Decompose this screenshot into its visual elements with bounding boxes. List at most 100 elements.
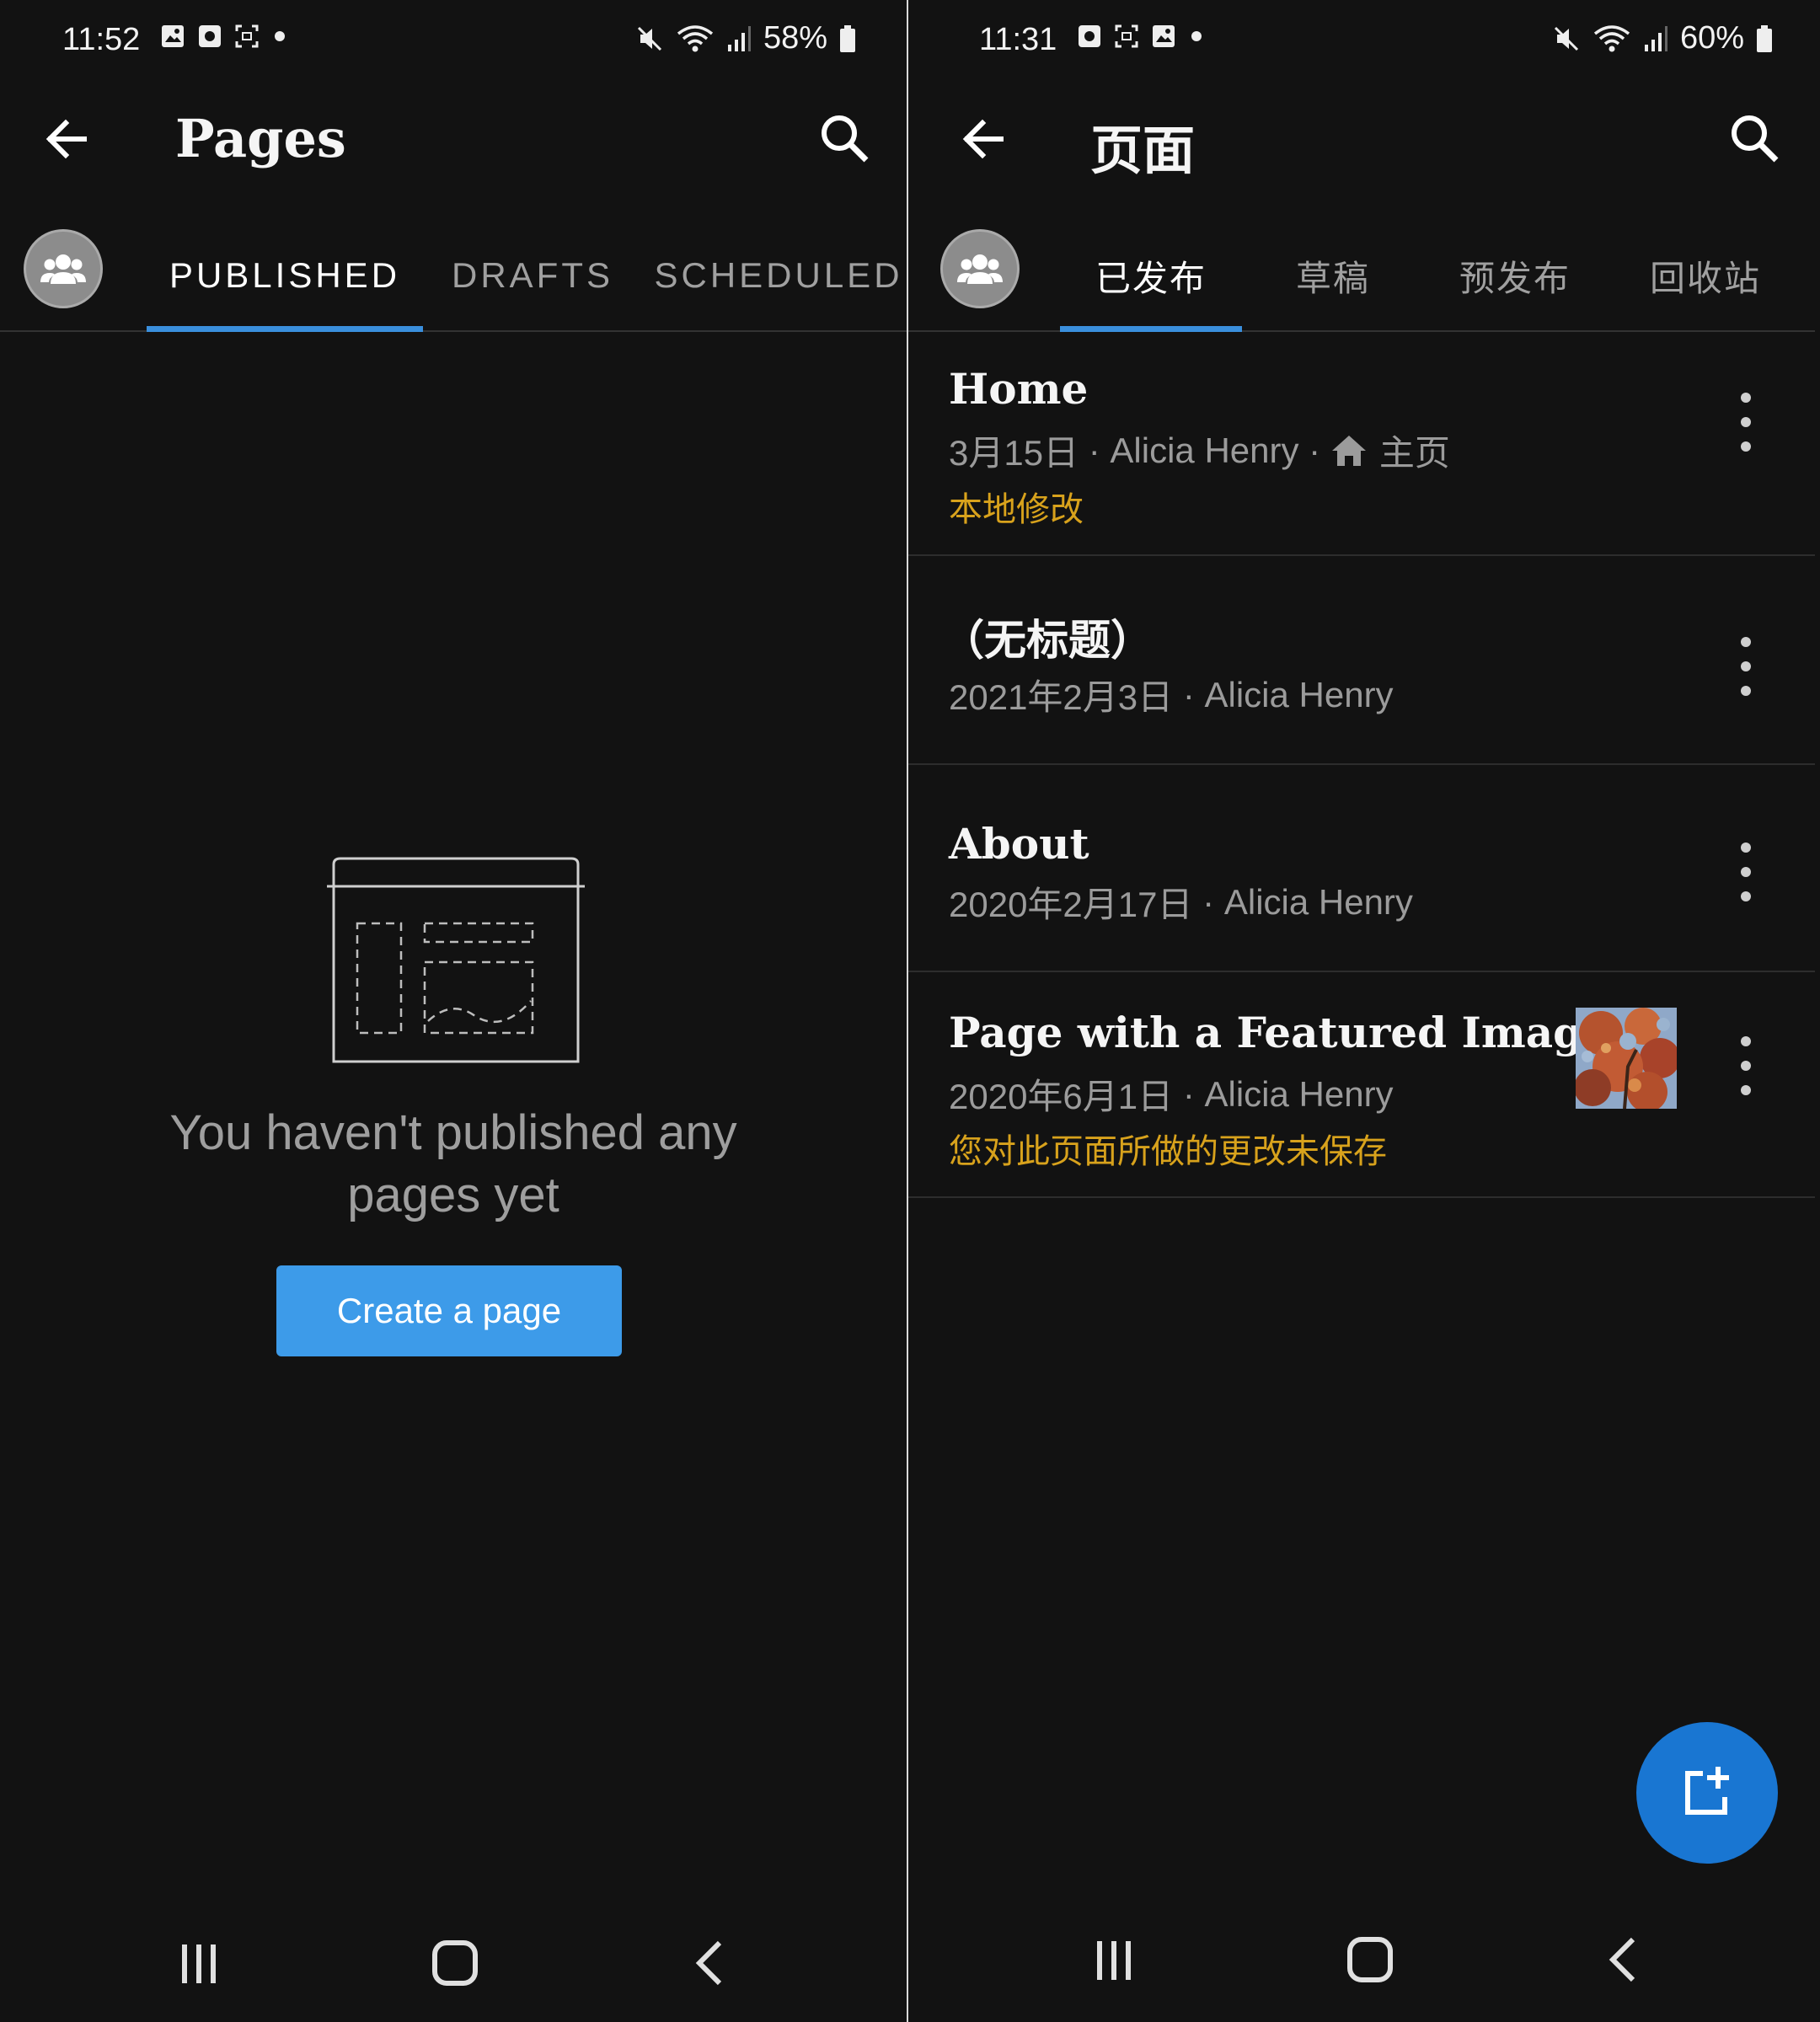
meta-separator: · [1079, 430, 1111, 470]
page-meta: 2020年6月1日 · Alicia Henry [949, 1068, 1394, 1120]
battery-level: 58% [763, 20, 827, 56]
page-title: 页面 [1090, 120, 1196, 181]
gallery-icon [1153, 25, 1175, 47]
status-time: 11:52 [62, 22, 141, 57]
empty-pages-illustration [327, 857, 585, 1063]
people-icon [957, 254, 1003, 284]
page-author: Alicia Henry [1204, 674, 1394, 714]
more-dot [1741, 417, 1751, 427]
recent-apps-button[interactable] [1080, 1926, 1148, 1993]
search-button[interactable] [1726, 110, 1785, 168]
meta-separator: · [1173, 674, 1205, 714]
nav-back-icon [695, 1940, 722, 1986]
search-icon [1732, 115, 1779, 163]
left-screen: 11:52 58% Pages PUBLISHED DRAFTS SCHEDUL… [0, 0, 907, 2022]
author-filter-avatar[interactable] [940, 229, 1020, 308]
page-meta: 2020年2月17日 · Alicia Henry [949, 876, 1413, 928]
page-list-item[interactable]: Page with a Featured Image 2020年6月1日 · A… [908, 972, 1815, 1198]
back-button[interactable] [954, 110, 1013, 168]
page-list-item[interactable]: （无标题） 2021年2月3日 · Alicia Henry [908, 556, 1815, 765]
back-button[interactable] [37, 110, 96, 168]
signal-icon [1644, 25, 1667, 51]
page-title-text: About [949, 819, 1089, 869]
recent-apps-icon [182, 1944, 216, 1983]
tab-bar: PUBLISHED DRAFTS SCHEDULED [0, 221, 907, 332]
meta-separator: · [1173, 1073, 1205, 1114]
meta-separator: · [1192, 881, 1224, 922]
status-time: 11:31 [979, 22, 1057, 57]
back-arrow-icon [46, 119, 87, 159]
wifi-icon [677, 24, 714, 51]
page-more-button[interactable] [1736, 393, 1756, 452]
tab-drafts[interactable]: 草稿 [1250, 221, 1416, 330]
page-more-button[interactable] [1736, 637, 1756, 696]
unsaved-changes-note: 您对此页面所做的更改未保存 [949, 1133, 1387, 1170]
tab-published[interactable]: PUBLISHED [147, 221, 423, 332]
tab-scheduled[interactable]: SCHEDULED [654, 221, 899, 330]
create-page-button[interactable]: Create a page [276, 1265, 622, 1356]
page-meta: 3月15日 · Alicia Henry · 主页 [949, 425, 1450, 476]
screenshot-icon [1115, 24, 1138, 48]
page-title-text: （无标题） [942, 615, 1153, 665]
page-add-icon [1685, 1767, 1729, 1815]
system-nav-bar [0, 1929, 907, 1997]
add-page-fab[interactable] [1636, 1722, 1778, 1864]
page-list-item[interactable]: About 2020年2月17日 · Alicia Henry [908, 765, 1815, 972]
page-title: Pages [175, 108, 346, 169]
tab-trash[interactable]: 回收站 [1614, 221, 1796, 330]
status-notification-icons [160, 24, 288, 49]
right-screen: 11:31 60% 页面 已发布 草稿 预发布 回收站 Home 3月15日 ·… [908, 0, 1815, 2022]
more-dot [1741, 842, 1751, 853]
recent-apps-button[interactable] [165, 1929, 233, 1997]
people-icon [40, 254, 86, 284]
tab-published[interactable]: 已发布 [1060, 221, 1242, 332]
mute-icon [637, 26, 661, 51]
page-author: Alicia Henry [1110, 430, 1299, 470]
signal-icon [727, 25, 751, 51]
more-dot [1741, 1061, 1751, 1071]
page-more-button[interactable] [1736, 842, 1756, 901]
local-changes-note: 本地修改 [949, 491, 1084, 528]
gallery-icon [162, 25, 184, 47]
home-button[interactable] [1336, 1926, 1404, 1993]
meta-separator: · [1298, 430, 1330, 470]
dot-icon [275, 31, 285, 41]
more-dot [1741, 1036, 1751, 1046]
status-bar: 11:31 60% [908, 0, 1815, 84]
page-list-item[interactable]: Home 3月15日 · Alicia Henry · 主页 本地修改 [908, 332, 1815, 556]
status-bar: 11:52 58% [0, 0, 907, 84]
wifi-icon [1593, 24, 1630, 51]
page-date: 2020年2月17日 [949, 885, 1193, 924]
more-dot [1741, 686, 1751, 696]
page-more-button[interactable] [1736, 1036, 1756, 1095]
system-nav-bar [908, 1926, 1815, 1993]
search-icon [822, 115, 869, 163]
home-icon [432, 1940, 478, 1986]
featured-image-thumbnail [1576, 1008, 1677, 1109]
screenshot-icon [235, 24, 259, 48]
search-button[interactable] [816, 110, 875, 168]
status-notification-icons [1077, 24, 1205, 49]
back-arrow-icon [962, 119, 1004, 159]
homepage-badge: 主页 [1378, 433, 1450, 473]
more-dot [1741, 1085, 1751, 1095]
page-author: Alicia Henry [1223, 881, 1413, 922]
page-title-text: Home [949, 364, 1089, 414]
more-dot [1741, 393, 1751, 403]
tab-scheduled[interactable]: 预发布 [1424, 221, 1606, 330]
page-title-text: Page with a Featured Image [949, 1008, 1609, 1057]
nav-back-button[interactable] [1591, 1926, 1658, 1993]
tab-drafts[interactable]: DRAFTS [440, 221, 625, 330]
home-button[interactable] [421, 1929, 489, 1997]
recent-apps-icon [1097, 1941, 1131, 1980]
author-filter-avatar[interactable] [24, 229, 103, 308]
page-meta: 2021年2月3日 · Alicia Henry [949, 669, 1394, 720]
page-date: 3月15日 [949, 433, 1079, 473]
tab-bar: 已发布 草稿 预发布 回收站 [908, 221, 1815, 332]
nav-back-button[interactable] [677, 1929, 745, 1997]
dot-icon [1191, 31, 1202, 41]
more-dot [1741, 637, 1751, 647]
battery-icon [1757, 24, 1772, 52]
nav-back-icon [1609, 1937, 1635, 1982]
status-system-icons: 60% [1552, 20, 1773, 56]
